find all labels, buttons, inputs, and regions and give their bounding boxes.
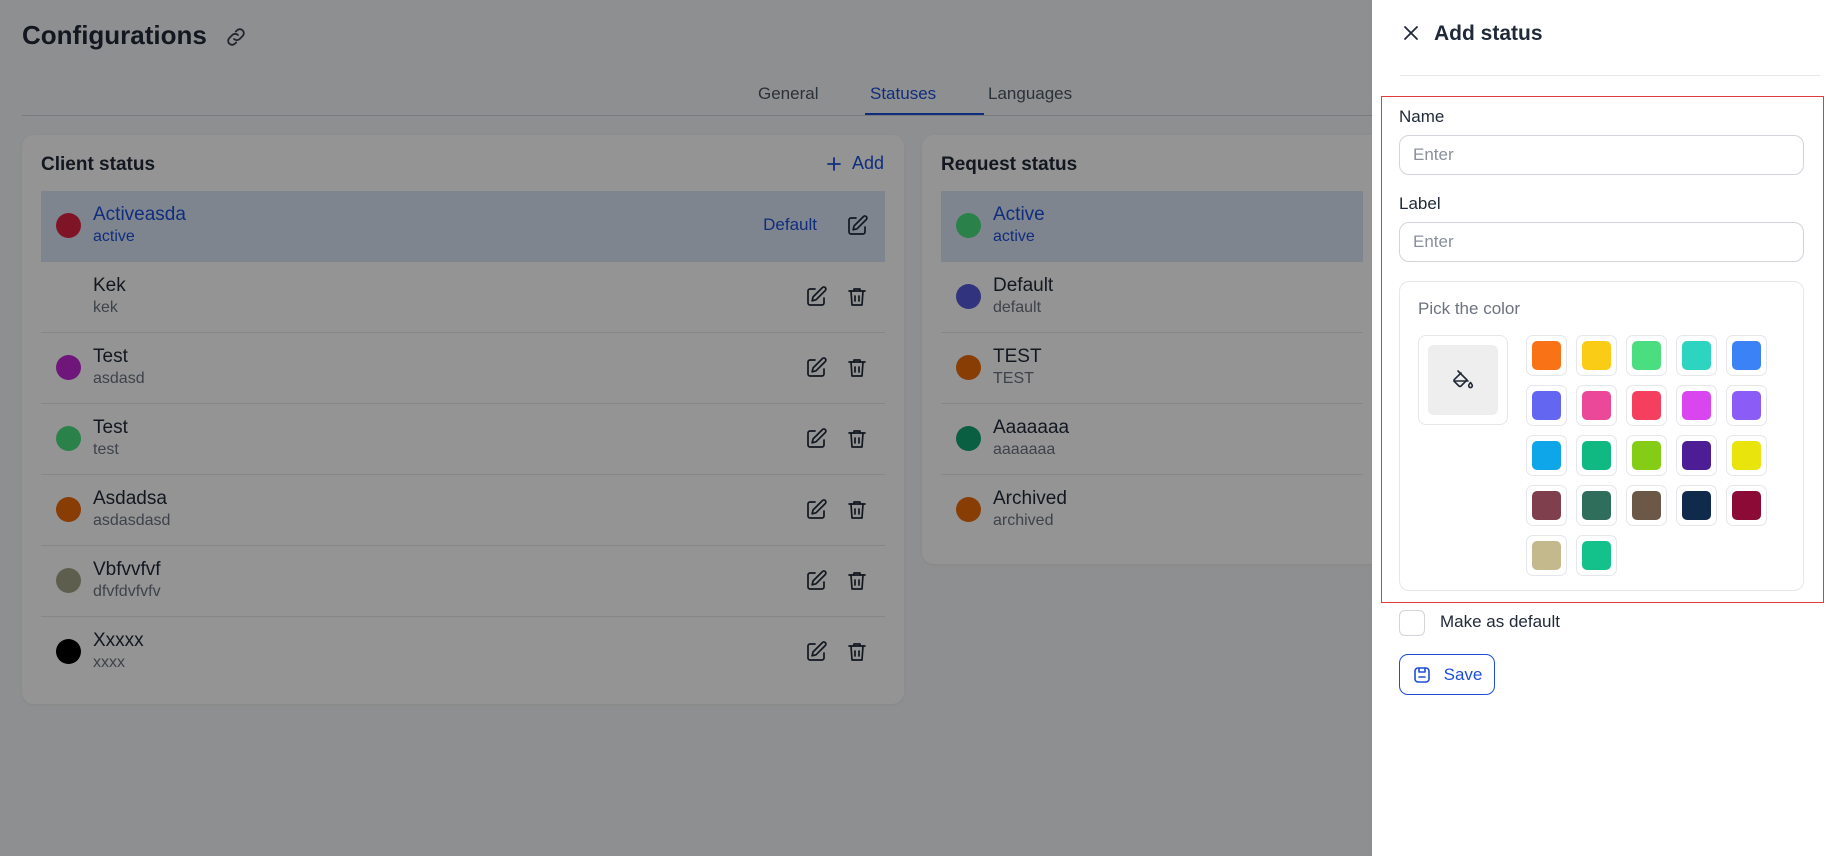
color-preview (1418, 335, 1508, 425)
color-swatch-fill (1682, 391, 1711, 420)
color-preview-swatch (1428, 345, 1498, 415)
color-swatch[interactable] (1526, 385, 1567, 426)
paint-bucket-icon (1453, 370, 1474, 389)
color-swatch[interactable] (1576, 335, 1617, 376)
color-swatch-fill (1582, 341, 1611, 370)
color-swatch[interactable] (1576, 485, 1617, 526)
color-swatch[interactable] (1726, 485, 1767, 526)
color-swatch-fill (1632, 491, 1661, 520)
color-swatch[interactable] (1576, 385, 1617, 426)
save-label: Save (1443, 664, 1483, 684)
close-icon[interactable] (1400, 22, 1422, 44)
color-swatch-fill (1732, 491, 1761, 520)
color-picker-title: Pick the color (1418, 299, 1521, 318)
color-swatch[interactable] (1676, 485, 1717, 526)
color-swatch[interactable] (1726, 335, 1767, 376)
color-swatch-fill (1582, 441, 1611, 470)
color-swatch[interactable] (1576, 435, 1617, 476)
color-swatch[interactable] (1526, 485, 1567, 526)
color-swatch-fill (1532, 441, 1561, 470)
color-swatch-fill (1582, 491, 1611, 520)
name-input[interactable] (1399, 135, 1804, 175)
color-swatch-fill (1582, 391, 1611, 420)
color-swatch[interactable] (1576, 535, 1617, 576)
color-swatch-fill (1732, 391, 1761, 420)
label-input[interactable] (1399, 222, 1804, 262)
color-swatch[interactable] (1676, 335, 1717, 376)
drawer-title: Add status (1434, 22, 1543, 45)
color-swatch[interactable] (1526, 535, 1567, 576)
color-swatch-fill (1532, 341, 1561, 370)
name-field-label: Name (1399, 107, 1445, 126)
color-swatch[interactable] (1626, 485, 1667, 526)
color-swatch-fill (1732, 441, 1761, 470)
color-swatch-grid (1526, 335, 1776, 576)
color-swatch-fill (1682, 341, 1711, 370)
color-swatch-fill (1632, 391, 1661, 420)
save-icon (1413, 666, 1430, 683)
color-picker: Pick the color (1399, 281, 1804, 591)
color-swatch[interactable] (1626, 335, 1667, 376)
color-swatch-fill (1632, 341, 1661, 370)
save-button[interactable]: Save (1399, 654, 1495, 695)
color-swatch[interactable] (1526, 335, 1567, 376)
add-status-drawer: Add status Name Label Pick the color Mak… (1372, 0, 1826, 856)
divider (1400, 75, 1820, 76)
make-default-checkbox[interactable] (1399, 610, 1425, 636)
color-swatch[interactable] (1626, 385, 1667, 426)
color-swatch[interactable] (1526, 435, 1567, 476)
color-swatch-fill (1732, 341, 1761, 370)
color-swatch-fill (1682, 441, 1711, 470)
color-swatch-fill (1632, 441, 1661, 470)
color-swatch-fill (1532, 541, 1561, 570)
color-swatch[interactable] (1726, 385, 1767, 426)
color-swatch[interactable] (1676, 435, 1717, 476)
color-swatch[interactable] (1676, 385, 1717, 426)
color-swatch[interactable] (1726, 435, 1767, 476)
color-swatch-fill (1682, 491, 1711, 520)
color-swatch-fill (1582, 541, 1611, 570)
color-swatch-fill (1532, 391, 1561, 420)
color-swatch[interactable] (1626, 435, 1667, 476)
color-swatch-fill (1532, 491, 1561, 520)
label-field-label: Label (1399, 194, 1441, 213)
make-default-label[interactable]: Make as default (1440, 612, 1560, 632)
